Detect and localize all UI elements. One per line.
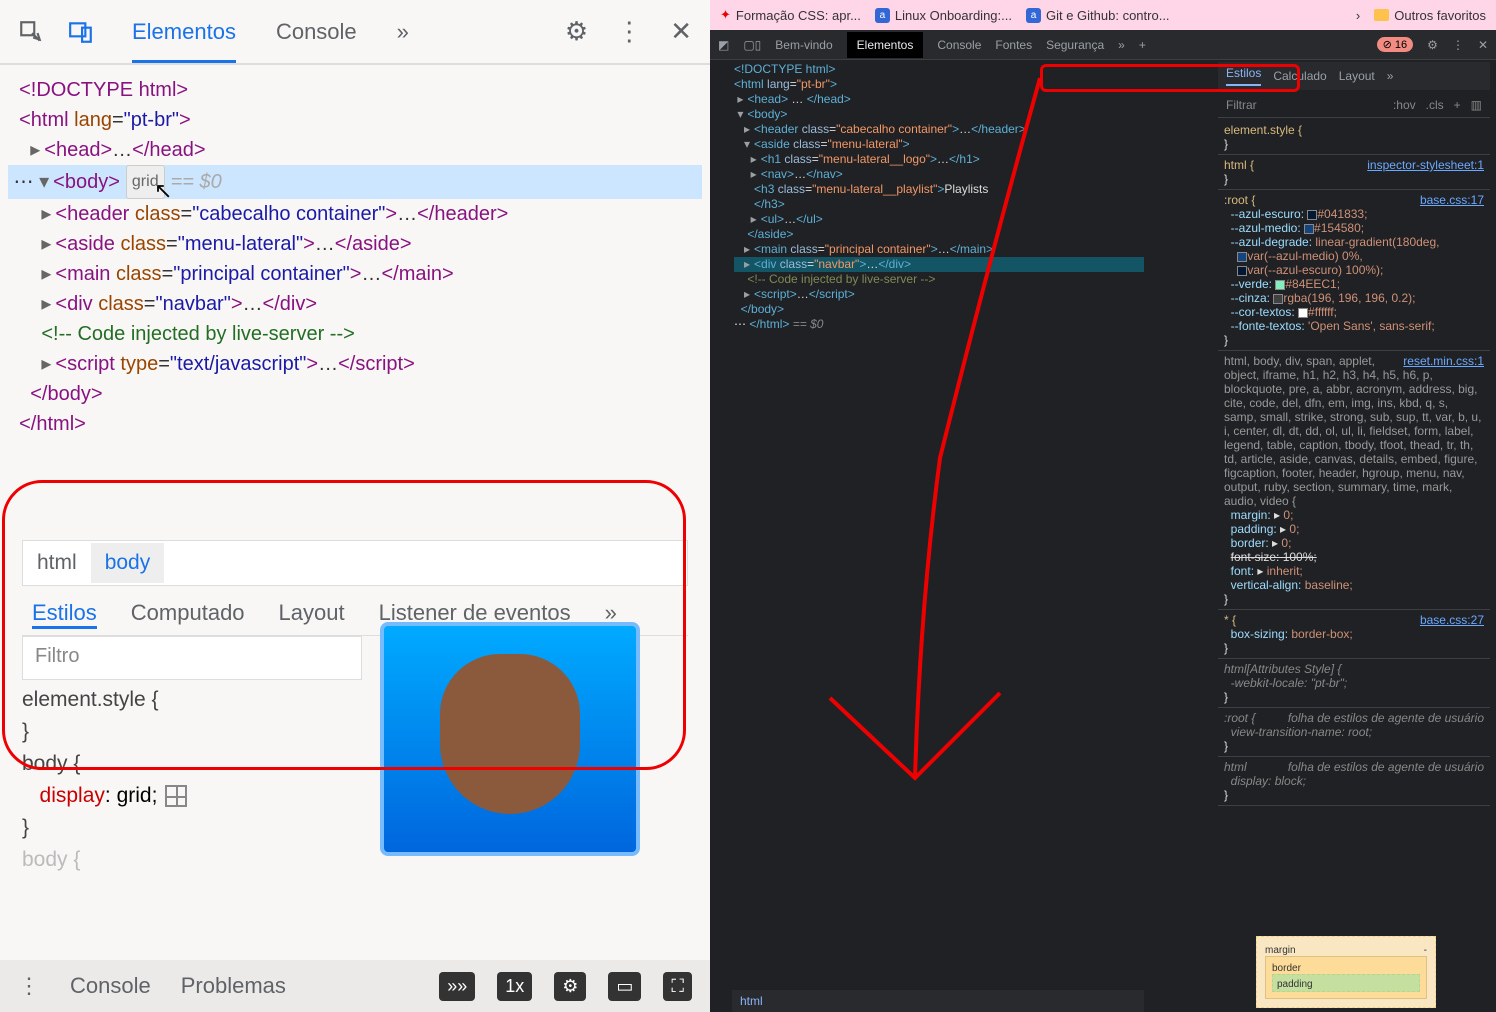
drawer-menu-icon[interactable]: ⋮ — [18, 973, 40, 999]
speed-1x[interactable]: 1x — [497, 972, 532, 1001]
dom-body-selected[interactable]: ⋯ ▾<body>grid == $0 — [8, 165, 702, 199]
device-toggle-icon[interactable] — [68, 19, 94, 45]
device-toggle-icon[interactable]: ▢▯ — [743, 38, 761, 52]
styles-rules-dark: element.style {} inspector-stylesheet:1h… — [1218, 120, 1490, 806]
webcam-overlay — [380, 622, 640, 856]
dom-comment[interactable]: <!-- Code injected by live-server --> — [8, 319, 702, 349]
tab-console[interactable]: Console — [276, 19, 357, 45]
drawer-console[interactable]: Console — [70, 973, 151, 999]
filter-input[interactable]: Filtro — [22, 636, 362, 680]
error-badge[interactable]: ⊘ 16 — [1377, 37, 1414, 52]
tab-console[interactable]: Console — [937, 38, 981, 52]
crumb-body[interactable]: body — [91, 543, 165, 583]
tab-layout[interactable]: Layout — [279, 600, 345, 629]
tab-layout[interactable]: Layout — [1339, 69, 1375, 83]
dom-tree: <!DOCTYPE html> <html lang="pt-br"> ▸<he… — [0, 65, 710, 449]
crumb-html[interactable]: html — [23, 543, 91, 583]
inspect-icon[interactable]: ◩ — [718, 38, 729, 52]
hov-toggle[interactable]: :hov — [1393, 98, 1416, 112]
add-tab-icon[interactable]: + — [1139, 38, 1146, 52]
grid-icon[interactable] — [165, 785, 187, 807]
dom-html-close[interactable]: </html> — [8, 409, 702, 439]
tab-bemvindo[interactable]: Bem-vindo — [775, 38, 832, 52]
dom-navbar[interactable]: ▸<div class="navbar">…</div> — [8, 289, 702, 319]
bookmark-item[interactable]: aLinux Onboarding:... — [875, 8, 1012, 23]
tab-computado[interactable]: Computado — [131, 600, 245, 629]
close-icon[interactable]: ✕ — [670, 16, 692, 47]
dom-body-close[interactable]: </body> — [8, 379, 702, 409]
gear-icon[interactable]: ⚙ — [1427, 38, 1438, 52]
box-model: margin - border padding — [1256, 936, 1436, 1004]
fullscreen-icon[interactable]: ⛶ — [663, 972, 692, 1001]
breadcrumb: html body — [22, 540, 688, 586]
dom-header[interactable]: ▸<header class="cabecalho container">…</… — [8, 199, 702, 229]
gear-icon[interactable]: ⚙ — [554, 972, 586, 1001]
tab-seguranca[interactable]: Segurança — [1046, 38, 1104, 52]
add-rule-icon[interactable]: + — [1454, 98, 1461, 112]
cursor-icon: ↖ — [154, 178, 172, 204]
pip-icon[interactable]: ▭ — [608, 972, 641, 1001]
print-icon[interactable]: ▥ — [1471, 98, 1482, 112]
dom-tree-dark: <!DOCTYPE html> <html lang="pt-br"> ▸<he… — [734, 62, 1144, 332]
bottom-drawer: ⋮ Console Problemas »» 1x ⚙ ▭ ⛶ — [0, 960, 710, 1012]
dom-navbar-selected[interactable]: ▸<div class="navbar">…</div> — [734, 257, 1144, 272]
chevron-right-icon[interactable]: › — [1356, 8, 1360, 23]
dom-script[interactable]: ▸<script type="text/javascript">…</scrip… — [8, 349, 702, 379]
tab-calculado[interactable]: Calculado — [1273, 69, 1326, 83]
kebab-icon[interactable]: ⋮ — [616, 16, 642, 47]
tab-estilos[interactable]: Estilos — [1226, 66, 1261, 86]
breadcrumb-dark[interactable]: html — [732, 990, 1144, 1012]
dom-aside[interactable]: ▸<aside class="menu-lateral">…</aside> — [8, 229, 702, 259]
dom-head[interactable]: ▸<head>…</head> — [8, 135, 702, 165]
tabs-overflow-icon[interactable]: » — [397, 19, 409, 45]
bookmark-item[interactable]: aGit e Github: contro... — [1026, 8, 1170, 23]
gear-icon[interactable]: ⚙ — [565, 16, 588, 47]
kebab-icon[interactable]: ⋮ — [1452, 38, 1464, 52]
tab-fontes[interactable]: Fontes — [995, 38, 1032, 52]
dom-doctype[interactable]: <!DOCTYPE html> — [8, 75, 702, 105]
tab-elementos[interactable]: Elementos — [847, 32, 924, 58]
bookmarks-bar: ✦Formação CSS: apr... aLinux Onboarding:… — [710, 0, 1496, 30]
tab-elements[interactable]: Elementos — [132, 19, 236, 63]
forward-icon[interactable]: »» — [439, 972, 475, 1001]
devtools-toolbar-dark: ◩ ▢▯ Bem-vindo Elementos Console Fontes … — [710, 30, 1496, 60]
filter-input-dark[interactable]: Filtrar :hov .cls + ▥ — [1218, 92, 1490, 118]
cls-toggle[interactable]: .cls — [1426, 98, 1444, 112]
devtools-toolbar: Elementos Console » ⚙ ⋮ ✕ — [0, 0, 710, 65]
styles-header-dark: Estilos Calculado Layout » — [1218, 62, 1490, 90]
inspect-icon[interactable] — [18, 19, 44, 45]
bookmark-item[interactable]: ✦Formação CSS: apr... — [720, 7, 861, 23]
drawer-problemas[interactable]: Problemas — [181, 973, 286, 999]
dom-html[interactable]: <html lang="pt-br"> — [8, 105, 702, 135]
tab-estilos[interactable]: Estilos — [32, 600, 97, 629]
tabs-overflow-icon[interactable]: » — [1387, 69, 1394, 83]
dom-main[interactable]: ▸<main class="principal container">…</ma… — [8, 259, 702, 289]
other-favorites[interactable]: Outros favoritos — [1374, 8, 1486, 23]
tabs-overflow-icon[interactable]: » — [1118, 38, 1125, 52]
close-icon[interactable]: ✕ — [1478, 38, 1488, 52]
